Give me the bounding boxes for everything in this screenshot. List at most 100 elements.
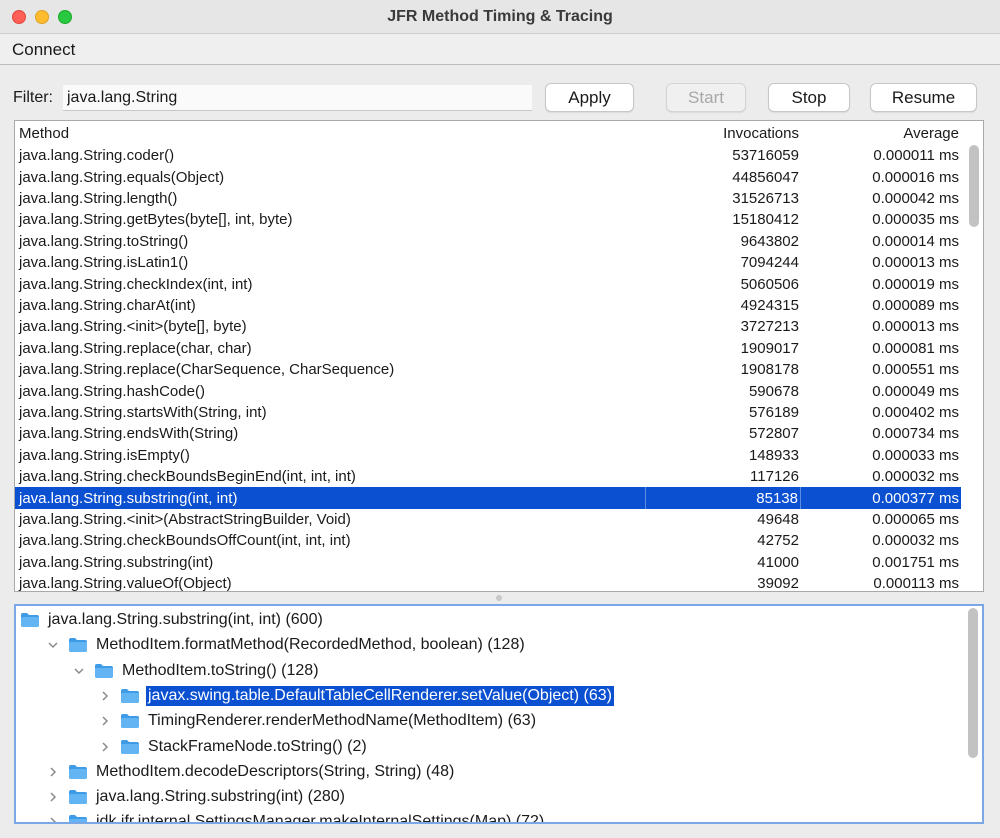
cell-average: 0.000013 ms (872, 254, 959, 272)
tree-scrollbar[interactable] (968, 608, 978, 758)
filter-label: Filter: (13, 89, 53, 106)
window-title: JFR Method Timing & Tracing (387, 7, 613, 25)
table-row[interactable]: java.lang.String.getBytes(byte[], int, b… (15, 209, 961, 230)
cell-method: java.lang.String.charAt(int) (19, 296, 196, 314)
window-controls (12, 10, 72, 24)
tree-node-label: javax.swing.table.DefaultTableCellRender… (146, 685, 614, 706)
cell-invocations: 1909017 (740, 339, 799, 357)
cell-average: 0.000033 ms (872, 446, 959, 464)
chevron-right-icon[interactable] (46, 765, 60, 779)
table-row[interactable]: java.lang.String.hashCode() 590678 0.00004… (15, 380, 961, 401)
tree-node-label: java.lang.String.substring(int, int) (60… (48, 611, 323, 628)
cell-invocations: 1908178 (740, 361, 799, 379)
cell-average: 0.000042 ms (872, 189, 959, 207)
cell-invocations: 31526713 (732, 189, 799, 207)
table-row[interactable]: java.lang.String.<init>(AbstractStringBu… (15, 509, 961, 530)
column-header-average[interactable]: Average (801, 125, 961, 142)
cell-invocations: 39092 (757, 575, 799, 592)
split-pane-divider[interactable] (496, 595, 502, 601)
tree-node[interactable]: StackFrameNode.toString() (2) (98, 736, 369, 758)
table-row[interactable]: java.lang.String.charAt(int) 4924315 0.000… (15, 295, 961, 316)
apply-button[interactable]: Apply (545, 83, 634, 112)
cell-method: java.lang.String.substring(int, int) (19, 489, 238, 507)
chevron-right-icon[interactable] (98, 689, 112, 703)
tree-node[interactable]: TimingRenderer.renderMethodName(MethodIt… (98, 710, 538, 732)
folder-icon (68, 814, 88, 822)
close-window-button[interactable] (12, 10, 26, 24)
cell-average: 0.000014 ms (872, 232, 959, 250)
column-header-method[interactable]: Method (15, 125, 645, 142)
cell-invocations: 590678 (748, 382, 799, 400)
cell-average: 0.000089 ms (872, 296, 959, 314)
cell-invocations: 117126 (750, 468, 799, 486)
column-header-invocations[interactable]: Invocations (645, 125, 801, 142)
cell-method: java.lang.String.<init>(AbstractStringBu… (19, 510, 351, 528)
cell-method: java.lang.String.getBytes(byte[], int, b… (19, 211, 293, 229)
tree-node[interactable]: MethodItem.toString() (128) (72, 660, 321, 682)
cell-method: java.lang.String.replace(CharSequence, C… (19, 361, 395, 379)
tree-node-label: TimingRenderer.renderMethodName(MethodIt… (148, 712, 537, 730)
method-table[interactable]: Method Invocations Average java.lang.Str… (14, 120, 984, 592)
table-row[interactable]: java.lang.String.toString() 9643802 0.0000… (15, 231, 961, 252)
table-row[interactable]: java.lang.String.coder() 53716059 0.000011… (15, 145, 961, 166)
folder-icon (120, 688, 140, 704)
table-row[interactable]: java.lang.String.isLatin1() 7094244 0.0000… (15, 252, 961, 273)
cell-method: java.lang.String.checkBoundsOffCount(int… (19, 532, 351, 550)
cell-average: 0.001751 ms (872, 553, 959, 571)
table-row[interactable]: java.lang.String.substring(int, int) 8513… (15, 487, 961, 509)
cell-invocations: 148933 (748, 446, 799, 464)
cell-method: java.lang.String.isLatin1() (19, 254, 189, 272)
tree-node[interactable]: MethodItem.decodeDescriptors(String, Str… (46, 761, 456, 783)
tree-node[interactable]: java.lang.String.substring(int) (280) (46, 786, 347, 808)
resume-button[interactable]: Resume (870, 83, 977, 112)
tree-node-label: MethodItem.formatMethod(RecordedMethod, … (96, 636, 525, 654)
cell-method: java.lang.String.substring(int) (19, 553, 214, 571)
tree-node[interactable]: java.lang.String.substring(int, int) (60… (20, 609, 325, 631)
table-row[interactable]: java.lang.String.substring(int) 41000 0.00… (15, 552, 961, 573)
tree-node[interactable]: javax.swing.table.DefaultTableCellRender… (98, 685, 614, 707)
cell-method: java.lang.String.coder() (19, 147, 175, 165)
cell-invocations: 49648 (757, 510, 799, 528)
chevron-right-icon[interactable] (98, 740, 112, 754)
cell-method: java.lang.String.isEmpty() (19, 446, 190, 464)
table-row[interactable]: java.lang.String.checkIndex(int, int) 506… (15, 273, 961, 294)
cell-average: 0.000016 ms (872, 168, 959, 186)
folder-icon (68, 764, 88, 780)
filter-input[interactable] (63, 85, 532, 111)
maximize-window-button[interactable] (58, 10, 72, 24)
menu-connect[interactable]: Connect (0, 40, 87, 60)
table-row[interactable]: java.lang.String.replace(CharSequence, C… (15, 359, 961, 380)
table-row[interactable]: java.lang.String.replace(char, char) 1909… (15, 338, 961, 359)
table-row[interactable]: java.lang.String.equals(Object) 44856047 0… (15, 166, 961, 187)
tree-node[interactable]: jdk.jfr.internal.SettingsManager.makeInt… (46, 811, 546, 822)
tree-node-label: MethodItem.toString() (128) (122, 661, 319, 679)
chevron-right-icon[interactable] (98, 714, 112, 728)
table-row[interactable]: java.lang.String.isEmpty() 148933 0.000033… (15, 445, 961, 466)
chevron-down-icon[interactable] (46, 638, 60, 652)
table-row[interactable]: java.lang.String.checkBoundsOffCount(int… (15, 530, 961, 551)
table-row[interactable]: java.lang.String.endsWith(String) 572807 0… (15, 423, 961, 444)
table-row[interactable]: java.lang.String.checkBoundsBeginEnd(int… (15, 466, 961, 487)
tree-node-label: StackFrameNode.toString() (2) (148, 737, 367, 755)
cell-method: java.lang.String.checkBoundsBeginEnd(int… (19, 468, 356, 486)
minimize-window-button[interactable] (35, 10, 49, 24)
table-row[interactable]: java.lang.String.<init>(byte[], byte) 372… (15, 316, 961, 337)
table-row[interactable]: java.lang.String.length() 31526713 0.00004… (15, 188, 961, 209)
cell-invocations: 42752 (757, 532, 799, 550)
table-row[interactable]: java.lang.String.valueOf(Object) 39092 0.0… (15, 573, 961, 592)
tree-node[interactable]: MethodItem.formatMethod(RecordedMethod, … (46, 634, 527, 656)
cell-method: java.lang.String.equals(Object) (19, 168, 225, 186)
folder-icon (120, 713, 140, 729)
chevron-down-icon[interactable] (72, 664, 86, 678)
cell-average: 0.000019 ms (872, 275, 959, 293)
start-button[interactable]: Start (666, 83, 746, 112)
table-scrollbar[interactable] (969, 145, 979, 227)
window-titlebar: JFR Method Timing & Tracing (0, 0, 1000, 34)
chevron-right-icon[interactable] (46, 790, 60, 804)
stop-button[interactable]: Stop (768, 83, 850, 112)
cell-method: java.lang.String.toString() (19, 232, 189, 250)
call-tree[interactable]: java.lang.String.substring(int, int) (60… (14, 604, 984, 824)
table-row[interactable]: java.lang.String.startsWith(String, int)… (15, 402, 961, 423)
chevron-right-icon[interactable] (46, 815, 60, 822)
cell-invocations: 5060506 (740, 275, 799, 293)
